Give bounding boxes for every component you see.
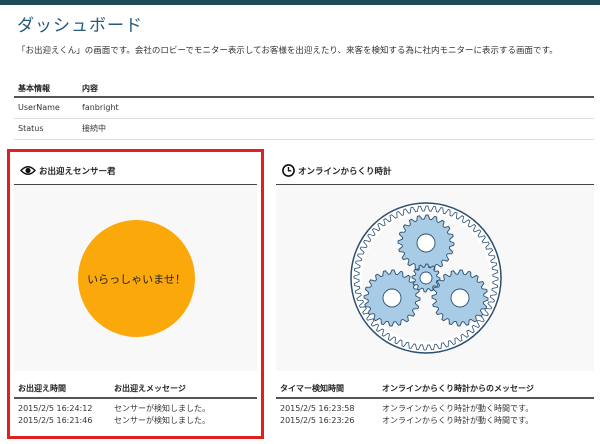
top-bar xyxy=(0,0,600,5)
log-message: オンラインからくり時計が動く時間です。 xyxy=(382,404,534,413)
log-messages: オンラインからくり時計が動く時間です。 オンラインからくり時計が動く時間です。 xyxy=(378,398,594,427)
log-times: 2015/2/5 16:24:12 2015/2/5 16:21:46 xyxy=(14,398,110,427)
info-header-value: 内容 xyxy=(78,80,594,98)
greeting-text: いらっしゃいませ！ xyxy=(87,272,186,286)
info-key: Status xyxy=(14,118,78,140)
table-row: 2015/2/5 16:24:12 2015/2/5 16:21:46 センサー… xyxy=(14,398,257,427)
log-time: 2015/2/5 16:24:12 xyxy=(18,404,93,413)
clock-header-message: オンラインからくり時計からのメッセージ xyxy=(378,379,594,399)
clock-panel-header: オンラインからくり時計 xyxy=(276,157,594,185)
sensor-panel-body: いらっしゃいませ！ xyxy=(14,185,257,371)
info-value: fanbright xyxy=(78,97,594,119)
info-table: 基本情報 内容 UserName fanbright Status 接続中 xyxy=(14,80,594,140)
log-times: 2015/2/5 16:23:58 2015/2/5 16:23:26 xyxy=(276,398,378,427)
sensor-panel-header: お出迎えセンサー君 xyxy=(14,157,257,185)
clock-panel-title: オンラインからくり時計 xyxy=(298,166,392,177)
sensor-log-table: お出迎え時間 お出迎えメッセージ 2015/2/5 16:24:12 2015/… xyxy=(14,379,257,427)
sensor-panel: お出迎えセンサー君 いらっしゃいませ！ お出迎え時間 お出迎えメッセージ 201… xyxy=(14,157,257,425)
log-message: センサーが検知しました。 xyxy=(114,416,210,425)
sensor-header-time: お出迎え時間 xyxy=(14,379,110,399)
info-header-key: 基本情報 xyxy=(14,80,78,98)
clock-log-table: タイマー検知時間 オンラインからくり時計からのメッセージ 2015/2/5 16… xyxy=(276,379,594,427)
log-message: オンラインからくり時計が動く時間です。 xyxy=(382,416,534,425)
table-row: 2015/2/5 16:23:58 2015/2/5 16:23:26 オンライ… xyxy=(276,398,594,427)
log-messages: センサーが検知しました。 センサーが検知しました。 xyxy=(110,398,257,427)
table-row: Status 接続中 xyxy=(14,118,594,140)
clock-header-time: タイマー検知時間 xyxy=(276,379,378,399)
table-row: UserName fanbright xyxy=(14,97,594,119)
eye-icon xyxy=(20,166,36,175)
planet-gear-hub xyxy=(382,288,402,308)
log-message: センサーが検知しました。 xyxy=(114,404,210,413)
log-time: 2015/2/5 16:21:46 xyxy=(18,416,93,425)
clock-panel: オンラインからくり時計 タイマー検知時間 オンラインからくり時計からのメッセージ… xyxy=(276,157,594,425)
planet-gear-hub xyxy=(450,288,470,308)
info-value: 接続中 xyxy=(78,118,594,140)
sensor-panel-title: お出迎えセンサー君 xyxy=(39,166,116,177)
log-time: 2015/2/5 16:23:58 xyxy=(280,404,355,413)
sensor-header-message: お出迎えメッセージ xyxy=(110,379,257,399)
clock-icon xyxy=(282,164,295,177)
page-description: 「お出迎えくん」の画面です。会社のロビーでモニター表示してお客様を出迎えたり、来… xyxy=(17,46,558,56)
log-time: 2015/2/5 16:23:26 xyxy=(280,416,355,425)
page-title: ダッシュボード xyxy=(17,16,143,36)
info-key: UserName xyxy=(14,97,78,119)
gear-animation xyxy=(350,202,502,354)
planet-gear-hub xyxy=(416,233,436,253)
greeting-circle: いらっしゃいませ！ xyxy=(78,220,195,337)
clock-panel-body xyxy=(276,185,594,371)
sun-gear-hub xyxy=(419,271,433,285)
